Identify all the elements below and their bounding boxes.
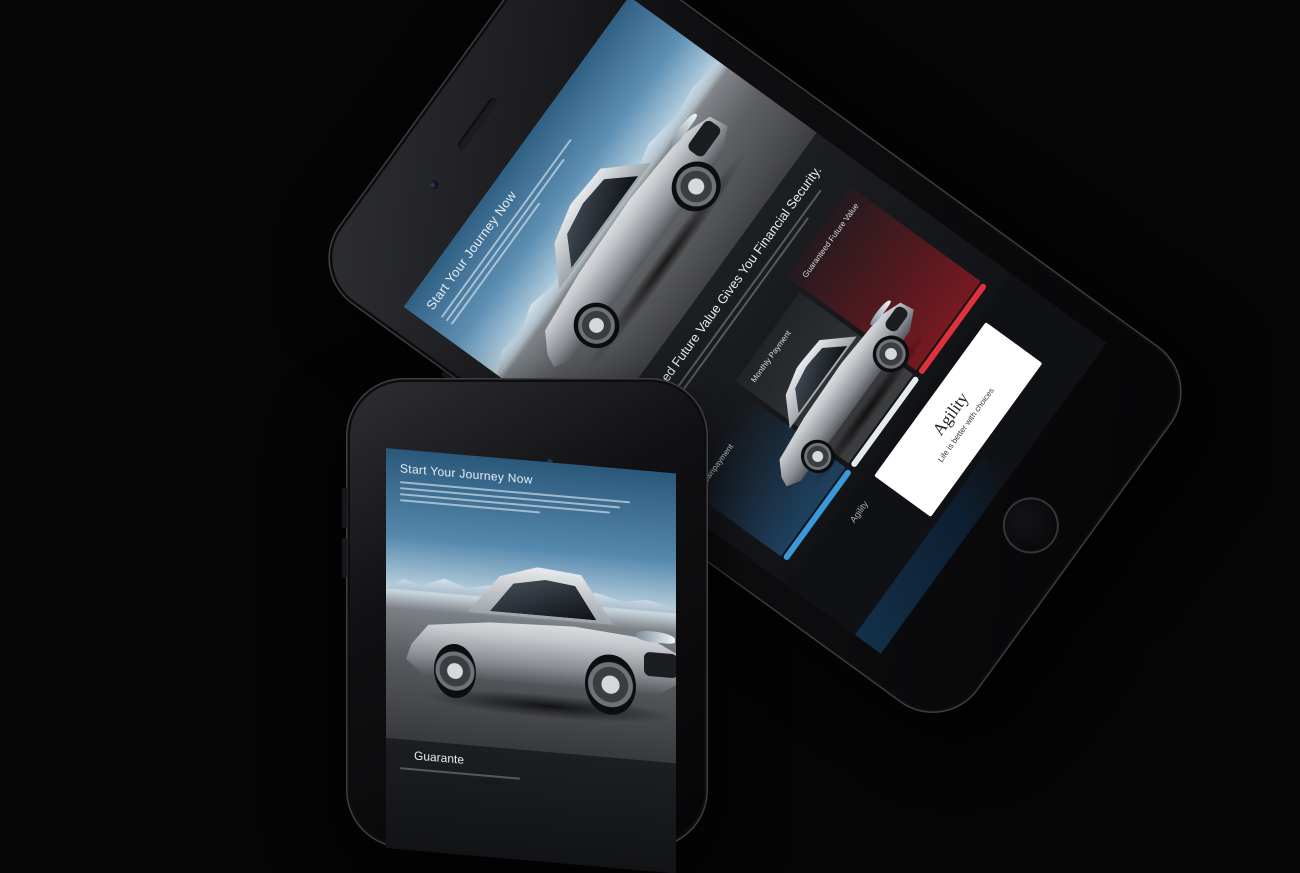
earpiece-speaker	[456, 96, 499, 151]
small-volume-up-button	[342, 488, 347, 528]
small-section-paragraph-line	[400, 767, 520, 780]
small-phone: Start Your Journey Now Guarante	[342, 378, 708, 873]
agility-tab[interactable]: Agility	[848, 499, 870, 524]
small-hero-banner: Start Your Journey Now	[386, 448, 676, 764]
home-button[interactable]	[991, 486, 1070, 565]
small-section-title: Guarante	[414, 748, 465, 767]
front-camera	[427, 178, 440, 192]
small-volume-down-button	[342, 538, 347, 578]
small-phone-screen: Start Your Journey Now Guarante	[386, 448, 676, 873]
small-hero-car-image	[406, 550, 676, 730]
